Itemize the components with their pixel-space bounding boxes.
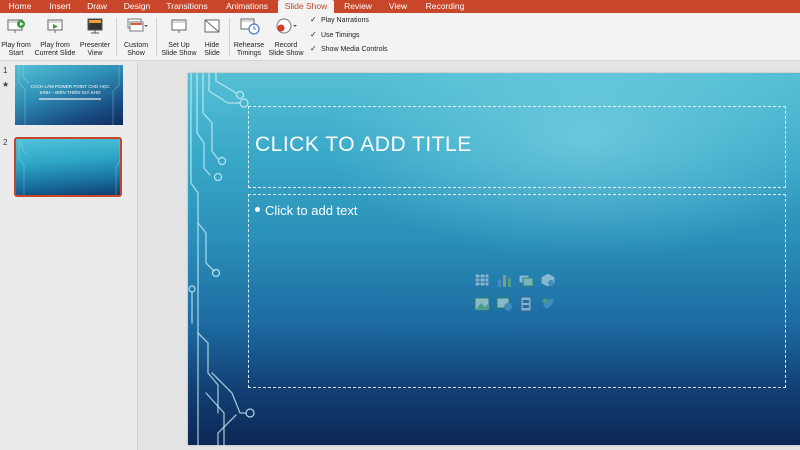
tab-review[interactable]: Review (341, 0, 375, 13)
tab-draw[interactable]: Draw (84, 0, 110, 13)
checkmark-icon: ✓ (310, 30, 317, 40)
custom-show-button[interactable]: Custom Show (119, 17, 153, 59)
content-placeholder-label: Click to add text (265, 203, 358, 218)
show-media-controls-label: Show Media Controls (321, 46, 388, 53)
presenter-view-button[interactable]: Presenter View (78, 17, 112, 59)
tab-slide-show[interactable]: Slide Show (278, 0, 334, 13)
tab-recording[interactable]: Recording (421, 0, 469, 13)
play-from-start-icon (7, 19, 25, 33)
slide-number: 2 (3, 138, 8, 147)
show-media-controls-checkbox[interactable]: ✓ Show Media Controls (310, 45, 388, 55)
hide-slide-label: Hide Slide (204, 42, 220, 57)
title-placeholder[interactable]: CLICK TO ADD TITLE (248, 106, 786, 188)
ribbon-separator (229, 18, 230, 56)
slide-thumbnail-1[interactable]: CÁCH LÀM POWER POINT CHO HỌC SINH – BIÊN… (15, 65, 123, 125)
record-slide-show-label: Record Slide Show (268, 42, 304, 57)
rehearse-timings-icon (240, 18, 260, 35)
tab-insert[interactable]: Insert (45, 0, 75, 13)
slide-number: 1 (3, 66, 8, 75)
rehearse-timings-label: Rehearse Timings (233, 42, 265, 57)
presenter-view-icon (87, 18, 103, 34)
ribbon-slide-show: Play from Start Play from Current Slide … (0, 13, 800, 61)
tab-transitions[interactable]: Transitions (163, 0, 211, 13)
use-timings-checkbox[interactable]: ✓ Use Timings (310, 31, 360, 41)
play-from-current-slide-label: Play from Current Slide (34, 42, 76, 57)
animation-star-icon: ★ (2, 80, 10, 89)
use-timings-label: Use Timings (321, 32, 360, 39)
hide-slide-icon (204, 19, 220, 33)
checkmark-icon: ✓ (310, 44, 317, 54)
ribbon-tab-bar: Home Insert Draw Design Transitions Anim… (0, 0, 800, 13)
set-up-slide-show-button[interactable]: Set Up Slide Show (159, 17, 199, 59)
ribbon-separator (156, 18, 157, 56)
custom-show-label: Custom Show (123, 42, 149, 57)
thumbnail-subtitle-line (39, 98, 101, 100)
custom-show-icon (127, 18, 148, 32)
circuit-decoration (18, 139, 120, 195)
set-up-slide-show-label: Set Up Slide Show (161, 42, 197, 57)
set-up-slide-show-icon (171, 19, 187, 33)
table-icon[interactable] (474, 272, 490, 288)
online-picture-icon[interactable] (496, 296, 512, 312)
rehearse-timings-button[interactable]: Rehearse Timings (232, 17, 266, 59)
video-icon[interactable] (518, 296, 534, 312)
play-from-start-label: Play from Start (1, 42, 31, 57)
tab-home[interactable]: Home (5, 0, 35, 13)
tab-design[interactable]: Design (120, 0, 154, 13)
insert-content-icons (474, 272, 560, 314)
bullet-icon (255, 207, 260, 213)
slide-thumbnail-2[interactable] (14, 137, 122, 197)
ribbon-separator (116, 18, 117, 56)
tab-animations[interactable]: Animations (222, 0, 272, 13)
thumbnail-title: CÁCH LÀM POWER POINT CHO HỌC SINH – BIÊN… (30, 84, 110, 95)
record-slide-show-button[interactable]: Record Slide Show (266, 17, 306, 59)
content-placeholder-text: Click to add text (255, 203, 358, 218)
title-placeholder-text: CLICK TO ADD TITLE (255, 133, 472, 156)
3d-model-icon[interactable] (540, 272, 556, 288)
picture-icon[interactable] (474, 296, 490, 312)
play-narrations-label: Play Narrations (321, 17, 369, 24)
presenter-view-label: Presenter View (79, 42, 111, 57)
play-narrations-checkbox[interactable]: ✓ Play Narrations (310, 16, 369, 26)
content-placeholder[interactable]: Click to add text (248, 194, 786, 388)
play-from-start-button[interactable]: Play from Start (0, 17, 32, 59)
hide-slide-button[interactable]: Hide Slide (199, 17, 225, 59)
tab-view[interactable]: View (385, 0, 411, 13)
icons-icon[interactable] (540, 296, 556, 312)
play-from-current-slide-button[interactable]: Play from Current Slide (33, 17, 77, 59)
play-from-current-slide-icon (47, 19, 63, 33)
record-slide-show-icon (276, 18, 297, 34)
smartart-icon[interactable] (518, 272, 534, 288)
slide-thumbnails-pane: 1 ★ CÁCH LÀM POWER POINT CHO HỌC SINH – … (0, 62, 138, 450)
checkmark-icon: ✓ (310, 15, 317, 25)
chart-icon[interactable] (496, 272, 512, 288)
current-slide: CLICK TO ADD TITLE Click to add text (188, 73, 800, 445)
